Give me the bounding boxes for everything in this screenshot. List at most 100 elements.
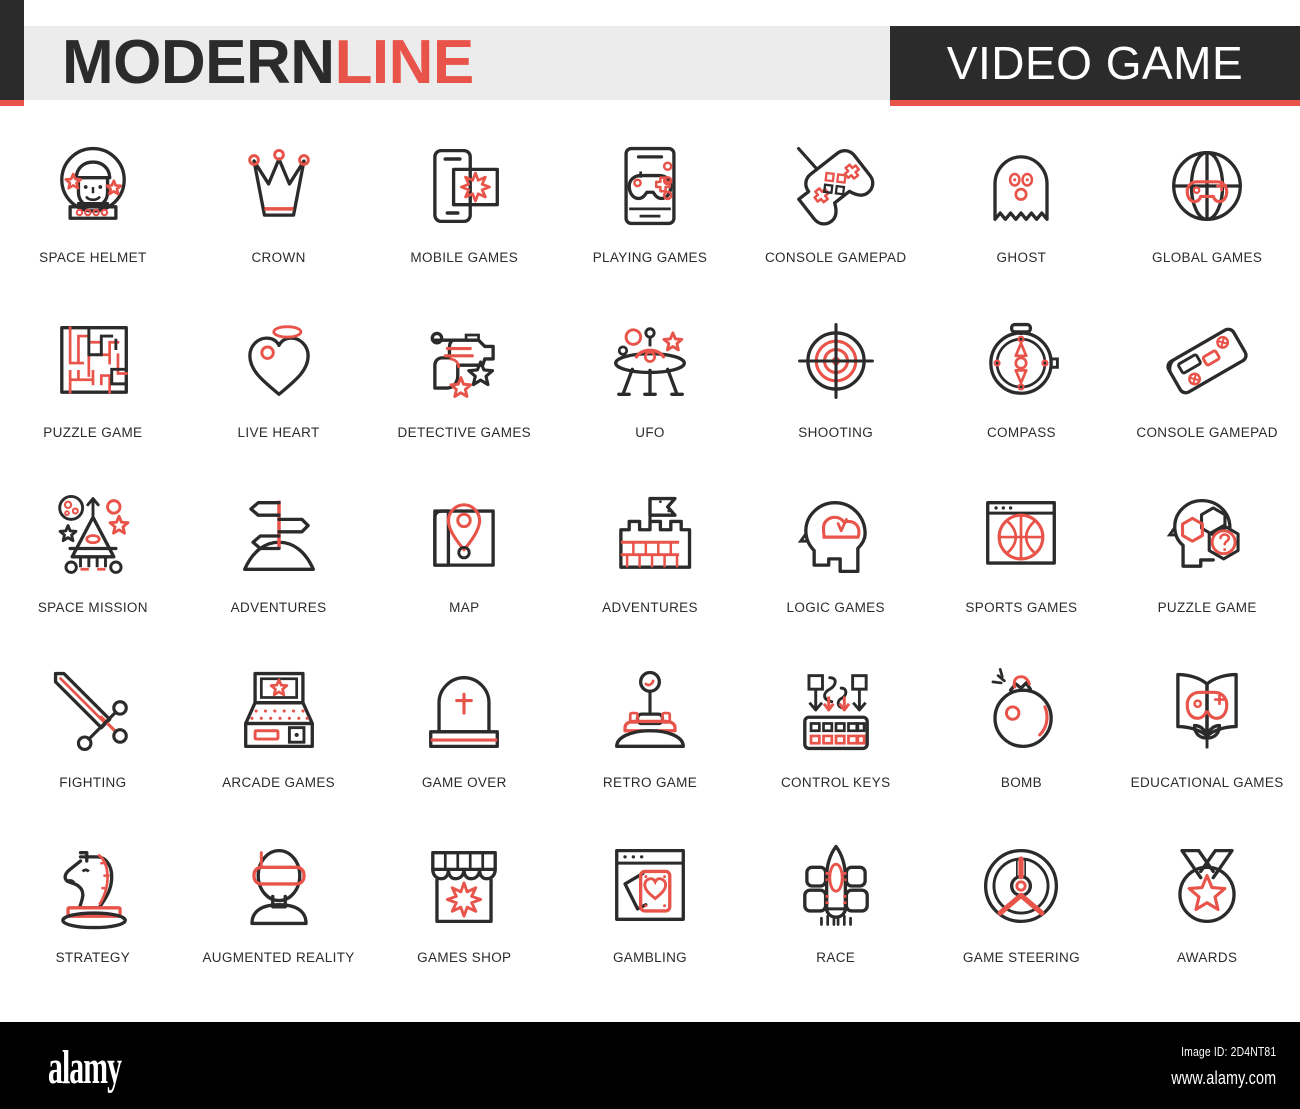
icon-cell-map[interactable]: MAP xyxy=(371,470,557,645)
awards-icon xyxy=(1151,830,1263,942)
icon-cell-console-gamepad-2[interactable]: CONSOLE GAMEPAD xyxy=(1114,295,1300,470)
icon-cell-ghost[interactable]: GHOST xyxy=(929,120,1115,295)
icon-cell-control-keys[interactable]: CONTROL KEYS xyxy=(743,645,929,820)
category-badge: VIDEO GAME xyxy=(890,26,1300,100)
icon-cell-race[interactable]: RACE xyxy=(743,820,929,995)
icon-cell-global-games[interactable]: GLOBAL GAMES xyxy=(1114,120,1300,295)
icon-caption: GHOST xyxy=(996,250,1047,265)
compass-icon xyxy=(965,305,1077,417)
icon-cell-adventures-castle[interactable]: ADVENTURES xyxy=(557,470,743,645)
icon-caption: ADVENTURES xyxy=(230,600,327,615)
header-right-underline xyxy=(890,100,1300,106)
icon-cell-strategy[interactable]: STRATEGY xyxy=(0,820,186,995)
alamy-logo: alamy xyxy=(48,1041,122,1094)
icon-caption: ADVENTURES xyxy=(602,600,698,615)
icon-cell-live-heart[interactable]: LIVE HEART xyxy=(186,295,372,470)
icon-cell-games-shop[interactable]: GAMES SHOP xyxy=(371,820,557,995)
icon-caption: FIGHTING xyxy=(59,775,127,790)
icon-caption: CONSOLE GAMEPAD xyxy=(764,250,907,265)
icon-cell-space-mission[interactable]: SPACE MISSION xyxy=(0,470,186,645)
icon-cell-puzzle-game-maze[interactable]: PUZZLE GAME xyxy=(0,295,186,470)
control-keys-icon xyxy=(780,655,892,767)
gambling-icon xyxy=(594,830,706,942)
icon-caption: SHOOTING xyxy=(798,425,874,440)
icon-cell-fighting[interactable]: FIGHTING xyxy=(0,645,186,820)
header-banner: MODERN LINE VIDEO GAME xyxy=(0,0,1300,108)
adventures-castle-icon xyxy=(594,480,706,592)
shooting-icon xyxy=(780,305,892,417)
icon-cell-arcade-games[interactable]: ARCADE GAMES xyxy=(186,645,372,820)
icon-caption: GAME STEERING xyxy=(962,950,1080,965)
footer-meta: Image ID: 2D4NT81 www.alamy.com xyxy=(1145,1044,1276,1089)
icon-cell-shooting[interactable]: SHOOTING xyxy=(743,295,929,470)
icon-caption: PLAYING GAMES xyxy=(592,250,708,265)
title-dark-word: MODERN xyxy=(62,28,335,97)
icon-caption: PUZZLE GAME xyxy=(1157,600,1257,615)
puzzle-game-maze-icon xyxy=(37,305,149,417)
icon-cell-crown[interactable]: CROWN xyxy=(186,120,372,295)
global-games-icon xyxy=(1151,130,1263,242)
icon-cell-detective-games[interactable]: DETECTIVE GAMES xyxy=(371,295,557,470)
augmented-reality-icon xyxy=(223,830,335,942)
icon-caption: AUGMENTED REALITY xyxy=(202,950,355,965)
icon-caption: STRATEGY xyxy=(55,950,131,965)
icon-caption: LIVE HEART xyxy=(237,425,320,440)
race-icon xyxy=(780,830,892,942)
icon-caption: PUZZLE GAME xyxy=(43,425,143,440)
ufo-icon xyxy=(594,305,706,417)
icon-cell-console-gamepad[interactable]: CONSOLE GAMEPAD xyxy=(743,120,929,295)
game-over-icon xyxy=(408,655,520,767)
icon-cell-sports-games[interactable]: SPORTS GAMES xyxy=(929,470,1115,645)
icon-caption: GLOBAL GAMES xyxy=(1152,250,1263,265)
icon-caption: EDUCATIONAL GAMES xyxy=(1130,775,1284,790)
console-gamepad-icon xyxy=(780,130,892,242)
icon-grid: SPACE HELMET CROWN MOBILE GAMES PLAYING … xyxy=(0,120,1300,1020)
icon-cell-awards[interactable]: AWARDS xyxy=(1114,820,1300,995)
icon-cell-playing-games[interactable]: PLAYING GAMES xyxy=(557,120,743,295)
icon-cell-augmented-reality[interactable]: AUGMENTED REALITY xyxy=(186,820,372,995)
logic-games-icon xyxy=(780,480,892,592)
map-icon xyxy=(408,480,520,592)
icon-caption: CONTROL KEYS xyxy=(780,775,891,790)
icon-cell-game-steering[interactable]: GAME STEERING xyxy=(929,820,1115,995)
icon-cell-puzzle-game-head[interactable]: PUZZLE GAME xyxy=(1114,470,1300,645)
icon-cell-bomb[interactable]: BOMB xyxy=(929,645,1115,820)
stock-footer: alamy Image ID: 2D4NT81 www.alamy.com xyxy=(0,1022,1300,1109)
live-heart-icon xyxy=(223,305,335,417)
icon-cell-logic-games[interactable]: LOGIC GAMES xyxy=(743,470,929,645)
header-left-block xyxy=(0,0,24,100)
icon-cell-educational-games[interactable]: EDUCATIONAL GAMES xyxy=(1114,645,1300,820)
playing-games-icon xyxy=(594,130,706,242)
icon-cell-adventures-sign[interactable]: ADVENTURES xyxy=(186,470,372,645)
footer-image-id: Image ID: 2D4NT81 xyxy=(1180,1044,1276,1059)
icon-caption: UFO xyxy=(635,425,665,440)
icon-cell-game-over[interactable]: GAME OVER xyxy=(371,645,557,820)
retro-game-icon xyxy=(594,655,706,767)
game-steering-icon xyxy=(965,830,1077,942)
footer-url: www.alamy.com xyxy=(1170,1068,1276,1088)
icon-cell-gambling[interactable]: GAMBLING xyxy=(557,820,743,995)
educational-games-icon xyxy=(1151,655,1263,767)
icon-cell-retro-game[interactable]: RETRO GAME xyxy=(557,645,743,820)
icon-cell-ufo[interactable]: UFO xyxy=(557,295,743,470)
fighting-icon xyxy=(37,655,149,767)
adventures-sign-icon xyxy=(223,480,335,592)
icon-caption: RACE xyxy=(816,950,856,965)
bomb-icon xyxy=(965,655,1077,767)
icon-caption: BOMB xyxy=(1000,775,1042,790)
icon-caption: CONSOLE GAMEPAD xyxy=(1136,425,1278,440)
space-helmet-icon xyxy=(37,130,149,242)
icon-caption: RETRO GAME xyxy=(602,775,698,790)
crown-icon xyxy=(223,130,335,242)
icon-caption: GAMES SHOP xyxy=(417,950,512,965)
icon-caption: MOBILE GAMES xyxy=(410,250,519,265)
icon-caption: DETECTIVE GAMES xyxy=(397,425,532,440)
icon-cell-compass[interactable]: COMPASS xyxy=(929,295,1115,470)
icon-cell-space-helmet[interactable]: SPACE HELMET xyxy=(0,120,186,295)
games-shop-icon xyxy=(408,830,520,942)
icon-caption: CROWN xyxy=(251,250,306,265)
icon-caption: SPACE HELMET xyxy=(39,250,147,265)
icon-cell-mobile-games[interactable]: MOBILE GAMES xyxy=(371,120,557,295)
icon-caption: GAME OVER xyxy=(421,775,507,790)
category-badge-label: VIDEO GAME xyxy=(946,37,1244,89)
